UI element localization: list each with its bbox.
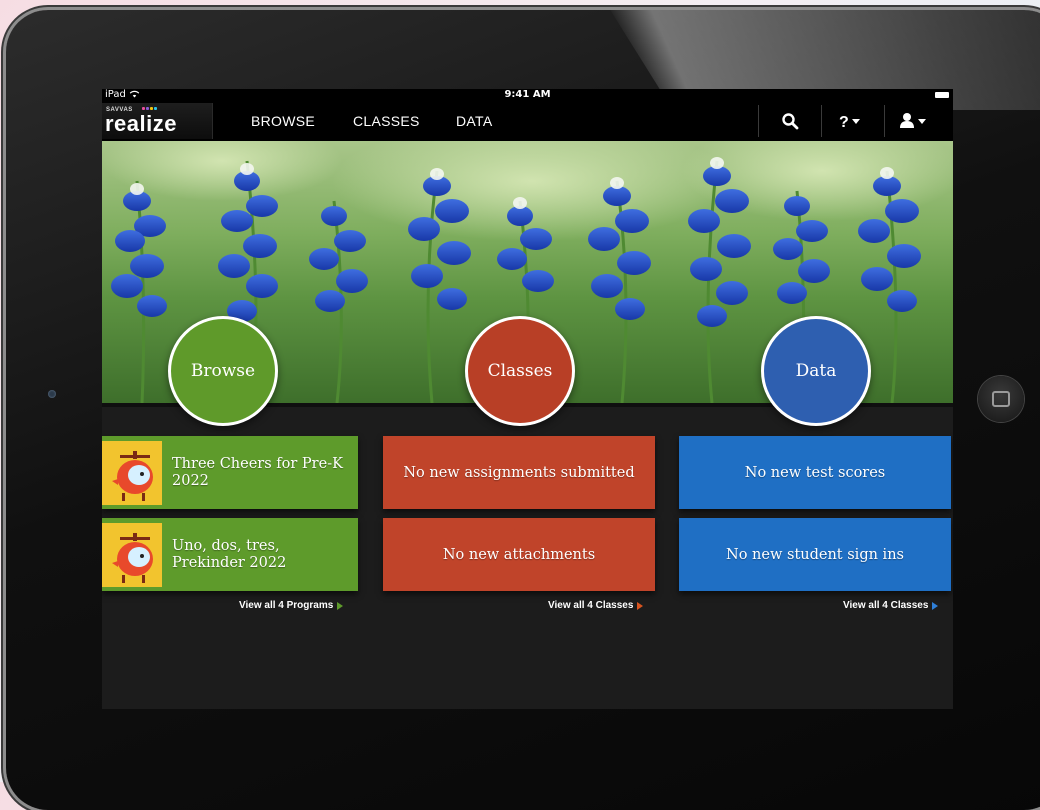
nav-tab-classes[interactable]: CLASSES — [353, 101, 420, 141]
view-all-classes-label: View all 4 Classes — [548, 600, 634, 611]
program-card[interactable]: Three Cheers for Pre-K 2022 — [102, 436, 358, 509]
user-icon — [900, 113, 926, 128]
browse-circle-button[interactable]: Browse — [168, 316, 278, 426]
data-circle-button[interactable]: Data — [761, 316, 871, 426]
arrow-right-icon — [337, 601, 344, 610]
app-screen: iPad 9:41 AM SAVVAS realize BROWSE CLASS… — [102, 89, 953, 709]
program-title: Three Cheers for Pre-K 2022 — [172, 455, 343, 489]
nav-tab-browse[interactable]: BROWSE — [251, 101, 315, 141]
classes-assignments-card[interactable]: No new assignments submitted — [383, 436, 655, 509]
data-test-scores-card[interactable]: No new test scores — [679, 436, 951, 509]
search-icon — [782, 113, 799, 130]
home-square-icon — [992, 391, 1010, 407]
program-thumbnail — [102, 522, 162, 587]
logo-dots — [142, 107, 157, 110]
classes-circle-button[interactable]: Classes — [465, 316, 575, 426]
help-menu-button[interactable]: ? — [821, 105, 884, 137]
arrow-right-icon — [932, 601, 939, 610]
status-time: 9:41 AM — [504, 89, 551, 100]
view-all-data-link[interactable]: View all 4 Classes — [843, 600, 939, 611]
user-menu-button[interactable] — [884, 105, 947, 137]
nav-tab-data[interactable]: DATA — [456, 101, 492, 141]
arrow-right-icon — [637, 601, 644, 610]
flower-spike — [111, 191, 167, 317]
help-icon: ? — [839, 114, 860, 130]
battery-icon — [935, 92, 949, 98]
svg-text:?: ? — [839, 114, 849, 130]
top-navbar: SAVVAS realize BROWSE CLASSES DATA ? — [102, 101, 953, 141]
program-thumbnail — [102, 440, 162, 505]
view-all-data-label: View all 4 Classes — [843, 600, 929, 611]
view-all-programs-label: View all 4 Programs — [239, 600, 334, 611]
search-button[interactable] — [758, 105, 821, 137]
savvas-realize-logo[interactable]: SAVVAS realize — [102, 103, 213, 139]
program-title: Uno, dos, tres, Prekinder 2022 — [172, 537, 287, 571]
helicopter-character-icon — [112, 532, 153, 583]
view-all-classes-link[interactable]: View all 4 Classes — [548, 600, 644, 611]
front-camera — [48, 390, 56, 398]
data-sign-ins-card[interactable]: No new student sign ins — [679, 518, 951, 591]
classes-attachments-card[interactable]: No new attachments — [383, 518, 655, 591]
home-button[interactable] — [978, 376, 1024, 422]
program-card[interactable]: Uno, dos, tres, Prekinder 2022 — [102, 518, 358, 591]
view-all-programs-link[interactable]: View all 4 Programs — [239, 600, 344, 611]
helicopter-character-icon — [112, 450, 153, 501]
logo-realize-text: realize — [105, 111, 177, 136]
status-bar: iPad 9:41 AM — [102, 89, 953, 101]
